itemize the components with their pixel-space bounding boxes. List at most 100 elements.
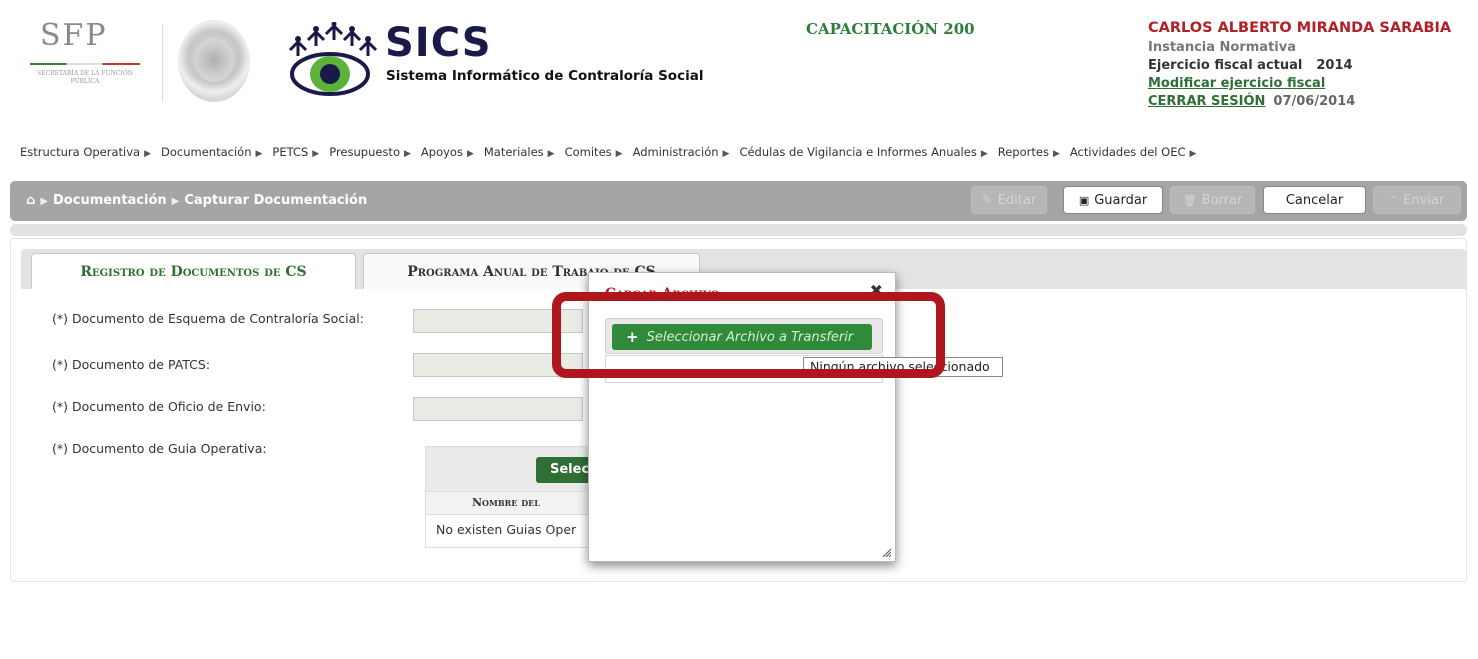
menu-item-label: Estructura Operativa	[20, 145, 141, 159]
no-file-tooltip: Ningún archivo seleccionado	[803, 357, 1003, 377]
resize-grip-icon[interactable]	[881, 547, 891, 557]
user-name: CARLOS ALBERTO MIRANDA SARABIA	[1148, 20, 1452, 36]
menu-item-label: Apoyos	[420, 145, 463, 159]
guia-empty-message: No existen Guias Oper	[436, 522, 577, 537]
menu-item-label: PETCS	[272, 145, 309, 159]
breadcrumb-documentacion[interactable]: Documentación	[53, 193, 167, 208]
edit-button-label: Editar	[997, 192, 1037, 208]
select-file-button-label: Seleccionar Archivo a Transferir	[646, 329, 854, 345]
caret-right-icon: ▶	[615, 149, 623, 159]
environment-label: CAPACITACIÓN 200	[806, 20, 975, 38]
national-seal-icon	[178, 20, 250, 102]
cancel-button[interactable]: Cancelar	[1263, 186, 1366, 214]
caret-right-icon: ▶	[547, 149, 555, 159]
toolbar-separator	[10, 224, 1467, 236]
trash-icon: 🗑	[1182, 193, 1197, 207]
menu-item-materiales[interactable]: Materiales ▶	[484, 145, 555, 163]
action-toolbar: ⌂ ▶ Documentación ▶ Capturar Documentación ✎…	[10, 181, 1467, 221]
oficio-file-field[interactable]	[413, 397, 583, 421]
cancel-button-label: Cancelar	[1285, 192, 1344, 208]
oficio-label: (*) Documento de Oficio de Envio:	[52, 399, 266, 414]
header: SFP SECRETARÍA DE LA FUNCIÓN PÚBLICA SIC…	[0, 0, 1478, 125]
menu-item-comites[interactable]: Comites ▶	[565, 145, 623, 163]
main-menu: Estructura Operativa ▶ Documentación ▶ PET…	[20, 145, 1206, 163]
caret-right-icon: ▶	[1189, 149, 1197, 159]
menu-item-label: Materiales	[483, 145, 544, 159]
fiscal-year-row: Ejercicio fiscal actual 2014	[1148, 58, 1478, 73]
caret-right-icon: ▶	[403, 149, 411, 159]
menu-item-presupuesto[interactable]: Presupuesto ▶	[329, 145, 411, 163]
breadcrumb: ⌂ ▶ Documentación ▶ Capturar Documentación	[26, 193, 367, 208]
home-icon[interactable]: ⌂	[26, 193, 35, 208]
dialog-title: Cargar Archivo	[605, 286, 720, 302]
delete-button[interactable]: 🗑 Borrar	[1170, 186, 1255, 214]
floppy-disk-icon: ▣	[1078, 193, 1090, 207]
logout-link[interactable]: CERRAR SESIÓN	[1148, 94, 1265, 109]
close-icon[interactable]: ✖	[870, 281, 883, 300]
menu-item-label: Administración	[632, 145, 719, 159]
patcs-label: (*) Documento de PATCS:	[52, 357, 211, 372]
user-role: Instancia Normativa	[1148, 40, 1296, 55]
menu-item-label: Comites	[564, 145, 612, 159]
menu-item-petcs[interactable]: PETCS ▶	[272, 145, 319, 163]
upload-file-dialog: Cargar Archivo ✖ + Seleccionar Archivo a…	[588, 272, 896, 562]
chevron-up-icon: ^	[1389, 194, 1399, 206]
fiscal-year-value: 2014	[1316, 58, 1353, 73]
user-info: CARLOS ALBERTO MIRANDA SARABIA Instancia…	[1148, 20, 1478, 109]
caret-right-icon: ▶	[144, 149, 152, 159]
caret-right-icon: ▶	[466, 149, 474, 159]
select-file-button[interactable]: + Seleccionar Archivo a Transferir	[612, 324, 872, 350]
caret-right-icon: ▶	[255, 149, 263, 159]
menu-item-label: Actividades del OEC	[1069, 145, 1186, 159]
modify-fiscal-year-link[interactable]: Modificar ejercicio fiscal	[1148, 76, 1325, 91]
logout-row: CERRAR SESIÓN 07/06/2014	[1148, 94, 1478, 109]
modify-fiscal-row: Modificar ejercicio fiscal	[1148, 76, 1478, 91]
sics-logo-icon	[288, 22, 378, 96]
menu-item-actividades-oec[interactable]: Actividades del OEC ▶	[1070, 145, 1197, 163]
sfp-logo-stripe	[30, 63, 140, 65]
menu-item-estructura-operativa[interactable]: Estructura Operativa ▶	[20, 145, 151, 163]
menu-item-administracion[interactable]: Administración ▶	[633, 145, 730, 163]
patcs-file-field[interactable]	[413, 353, 583, 377]
caret-right-icon: ▶	[40, 196, 49, 207]
menu-item-reportes[interactable]: Reportes ▶	[998, 145, 1060, 163]
menu-item-cedulas[interactable]: Cédulas de Vigilancia e Informes Anuales…	[739, 145, 987, 163]
esquema-label: (*) Documento de Esquema de Contraloría …	[52, 311, 364, 326]
caret-right-icon: ▶	[312, 149, 320, 159]
menu-item-label: Reportes	[997, 145, 1049, 159]
send-button[interactable]: ^ Enviar	[1373, 186, 1461, 214]
guia-column-header: Nombre del	[426, 491, 594, 515]
app-title: SICS	[385, 20, 492, 66]
caret-right-icon: ▶	[722, 149, 730, 159]
guia-operativa-table: Selecc Nombre del No existen Guias Oper	[425, 446, 595, 548]
fiscal-year-label: Ejercicio fiscal actual	[1148, 58, 1303, 73]
logo-divider	[162, 24, 163, 102]
save-button-label: Guardar	[1094, 192, 1148, 208]
caret-right-icon: ▶	[171, 196, 180, 207]
current-date: 07/06/2014	[1273, 94, 1356, 109]
delete-button-label: Borrar	[1201, 192, 1243, 208]
dialog-header: Cargar Archivo ✖	[589, 273, 895, 313]
pencil-icon: ✎	[981, 192, 993, 208]
upload-toolbar: + Seleccionar Archivo a Transferir	[605, 318, 883, 354]
sfp-logo-text: SFP	[40, 18, 108, 53]
tab-registro-documentos[interactable]: Registro de Documentos de CS	[31, 253, 356, 289]
menu-item-label: Documentación	[161, 145, 252, 159]
menu-item-apoyos[interactable]: Apoyos ▶	[421, 145, 474, 163]
menu-item-label: Presupuesto	[329, 145, 400, 159]
save-button[interactable]: ▣ Guardar	[1063, 186, 1163, 214]
caret-right-icon: ▶	[980, 149, 988, 159]
caret-right-icon: ▶	[1052, 149, 1060, 159]
edit-button[interactable]: ✎ Editar	[971, 186, 1047, 214]
send-button-label: Enviar	[1403, 192, 1445, 208]
plus-icon: +	[626, 328, 639, 346]
guia-table-toolbar: Selecc	[426, 447, 594, 491]
menu-item-label: Cédulas de Vigilancia e Informes Anuales	[739, 145, 977, 159]
breadcrumb-capturar: Capturar Documentación	[184, 193, 368, 208]
esquema-file-field[interactable]	[413, 309, 583, 333]
guia-label: (*) Documento de Guia Operativa:	[52, 441, 267, 456]
menu-item-documentacion[interactable]: Documentación ▶	[161, 145, 262, 163]
sfp-logo-subtitle: SECRETARÍA DE LA FUNCIÓN PÚBLICA	[36, 70, 134, 85]
guia-select-button[interactable]: Selecc	[536, 457, 594, 483]
app-subtitle: Sistema Informático de Contraloría Socia…	[386, 68, 704, 84]
